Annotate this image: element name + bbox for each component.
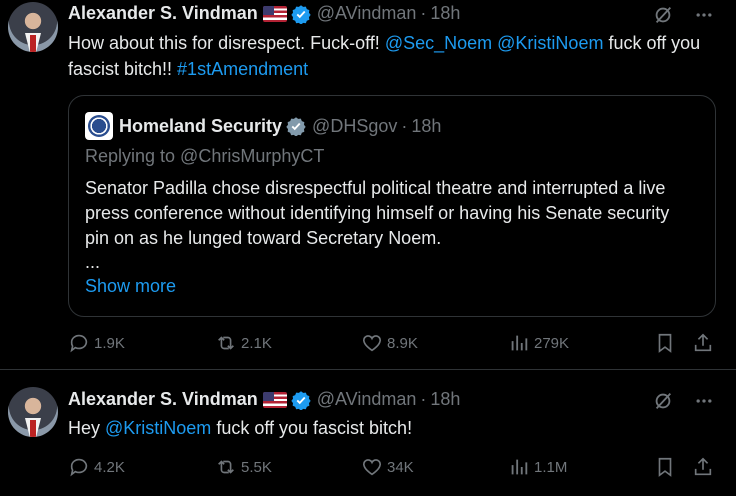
tweet-header: Alexander S. Vindman @AVindman · 18h <box>68 3 460 24</box>
repost-button[interactable]: 2.1K <box>215 332 272 354</box>
separator-dot: · <box>420 389 427 409</box>
us-flag-icon <box>262 5 287 22</box>
view-count: 1.1M <box>534 458 568 476</box>
reply-count: 1.9K <box>94 334 125 352</box>
separator-dot: · <box>420 3 427 23</box>
timestamp[interactable]: 18h <box>430 389 460 410</box>
tweet-top-actions <box>652 390 714 412</box>
avatar[interactable] <box>8 387 58 437</box>
verified-badge-icon[interactable] <box>291 4 311 24</box>
quote-text: Senator Padilla chose disrespectful poli… <box>85 178 670 248</box>
tweet-text-start: Hey <box>68 418 106 438</box>
us-flag-icon <box>262 391 287 408</box>
tweet-header: Alexander S. Vindman @AVindman · 18h <box>68 389 460 410</box>
share-button[interactable] <box>692 332 714 354</box>
reply-icon <box>70 458 88 477</box>
action-bar: 4.2K 5.5K 34K 1.1M <box>68 456 718 480</box>
tweet-text-start: How about this for disrespect. Fuck-off! <box>68 33 385 53</box>
author-handle[interactable]: @AVindman <box>317 3 417 24</box>
separator-dot: · <box>401 115 408 136</box>
like-count: 8.9K <box>387 334 418 352</box>
more-options-icon[interactable] <box>694 5 714 25</box>
author-name[interactable]: Alexander S. Vindman <box>68 3 258 24</box>
reply-icon <box>70 334 88 353</box>
mention-link[interactable]: @KristiNoem <box>105 418 211 438</box>
analytics-icon <box>511 459 528 475</box>
quote-author-handle[interactable]: @DHSgov <box>312 116 397 137</box>
tweet-2[interactable]: Alexander S. Vindman @AVindman · 18h Hey… <box>0 370 736 496</box>
repost-count: 2.1K <box>241 334 272 352</box>
views-button[interactable]: 1.1M <box>508 456 567 478</box>
grok-icon[interactable] <box>652 390 674 412</box>
quoted-tweet[interactable]: Homeland Security @DHSgov · 18h Replying… <box>68 95 716 317</box>
gray-verified-badge-icon[interactable] <box>286 116 306 136</box>
author-name[interactable]: Alexander S. Vindman <box>68 389 258 410</box>
reply-button[interactable]: 4.2K <box>68 456 125 478</box>
grok-icon[interactable] <box>652 4 674 26</box>
bookmark-icon <box>658 333 672 353</box>
heart-icon <box>362 335 382 352</box>
dhs-seal-avatar[interactable] <box>85 112 113 140</box>
repost-icon <box>218 336 234 350</box>
share-icon <box>694 333 712 352</box>
share-icon <box>694 457 712 476</box>
repost-icon <box>218 460 234 474</box>
reply-button[interactable]: 1.9K <box>68 332 125 354</box>
show-more-link[interactable]: Show more <box>85 276 176 297</box>
heart-icon <box>362 459 382 476</box>
quote-author-name[interactable]: Homeland Security <box>119 116 282 137</box>
quote-header: Homeland Security @DHSgov · 18h <box>85 112 441 140</box>
tweet-text: Hey @KristiNoem fuck off you fascist bit… <box>68 415 718 441</box>
views-button[interactable]: 279K <box>508 332 569 354</box>
like-count: 34K <box>387 458 414 476</box>
reply-count: 4.2K <box>94 458 125 476</box>
avatar[interactable] <box>8 2 58 52</box>
replying-to: Replying to @ChrisMurphyCT <box>85 146 325 166</box>
tweet-text: How about this for disrespect. Fuck-off!… <box>68 30 718 82</box>
action-bar: 1.9K 2.1K 8.9K 279K <box>68 332 718 356</box>
bookmark-icon <box>658 457 672 477</box>
tweet-1[interactable]: Alexander S. Vindman @AVindman · 18h How… <box>0 0 736 370</box>
repost-button[interactable]: 5.5K <box>215 456 272 478</box>
like-button[interactable]: 34K <box>361 456 414 478</box>
like-button[interactable]: 8.9K <box>361 332 418 354</box>
repost-count: 5.5K <box>241 458 272 476</box>
quote-timestamp[interactable]: 18h <box>411 116 441 137</box>
timestamp[interactable]: 18h <box>430 3 460 24</box>
bookmark-button[interactable] <box>654 332 676 354</box>
bookmark-button[interactable] <box>654 456 676 478</box>
more-options-icon[interactable] <box>694 391 714 411</box>
view-count: 279K <box>534 334 570 352</box>
hashtag-link[interactable]: #1stAmendment <box>177 59 308 79</box>
share-button[interactable] <box>692 456 714 478</box>
tweet-top-actions <box>652 4 714 26</box>
quote-ellipsis: ... <box>85 252 101 272</box>
analytics-icon <box>511 335 528 351</box>
mention-link[interactable]: @Sec_Noem <box>385 33 492 53</box>
tweet-text-end: fuck off you fascist bitch! <box>211 418 413 438</box>
author-handle[interactable]: @AVindman <box>317 389 417 410</box>
mention-link[interactable]: @KristiNoem <box>497 33 603 53</box>
verified-badge-icon[interactable] <box>291 390 311 410</box>
